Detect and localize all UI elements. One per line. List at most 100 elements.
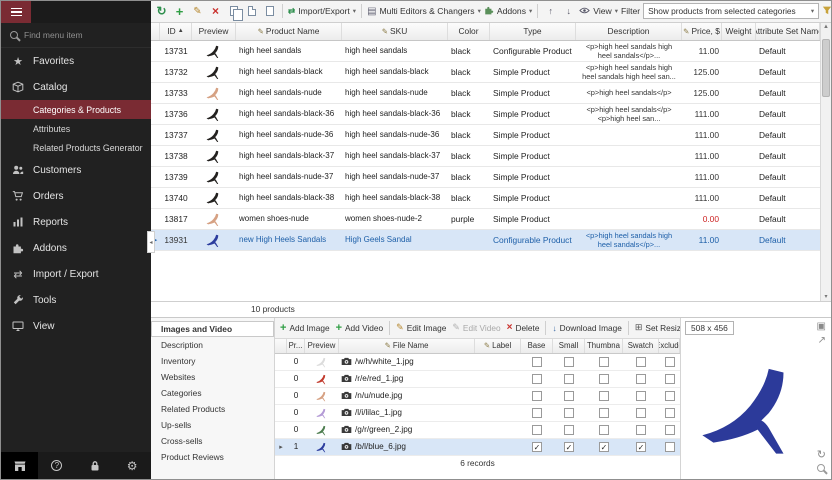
sidebar-item-view[interactable]: View — [1, 313, 151, 339]
column-header-price[interactable]: ✎Price, $ — [682, 23, 722, 40]
thumbnail-checkbox[interactable] — [599, 357, 609, 367]
cell-exclude[interactable] — [659, 408, 680, 418]
tab-cross-sells[interactable]: Cross-sells — [151, 433, 274, 449]
sidebar-item-orders[interactable]: Orders — [1, 183, 151, 209]
column-header-thumbnail[interactable]: Thumbna — [585, 339, 623, 353]
set-resize-rule-button[interactable]: ⊞Set Resize Rule▾ — [633, 322, 680, 333]
help-button[interactable]: ? — [38, 452, 76, 479]
sort-ascending-button[interactable]: ↑ — [543, 4, 558, 19]
cell-swatch[interactable]: ✓ — [623, 442, 659, 452]
table-row[interactable]: 13738 high heel sandals-black-37 high he… — [151, 146, 820, 167]
cell-thumbnail[interactable] — [585, 374, 623, 384]
column-header-preview[interactable]: Preview — [192, 23, 236, 40]
exclude-checkbox[interactable] — [665, 374, 675, 384]
exclude-checkbox[interactable] — [665, 425, 675, 435]
cell-thumbnail[interactable] — [585, 357, 623, 367]
table-row[interactable]: 13736 high heel sandals-black-36 high he… — [151, 104, 820, 125]
vertical-scrollbar[interactable]: ▲ ▾ — [820, 23, 831, 301]
import-export-menu-button[interactable]: ⇄ Import/Export ▾ — [288, 6, 356, 17]
column-header-label[interactable]: ✎Label — [475, 339, 521, 353]
menu-search-input[interactable] — [24, 30, 129, 40]
store-button[interactable] — [1, 452, 38, 479]
base-checkbox[interactable] — [532, 408, 542, 418]
cell-small[interactable] — [553, 408, 585, 418]
cell-exclude[interactable] — [659, 425, 680, 435]
cell-small[interactable]: ✓ — [553, 442, 585, 452]
lock-button[interactable] — [76, 452, 114, 479]
cell-thumbnail[interactable]: ✓ — [585, 442, 623, 452]
multi-editors-menu-button[interactable]: ▤ Multi Editors & Changers ▾ — [367, 6, 481, 17]
column-header-file-name[interactable]: ✎File Name — [339, 339, 475, 353]
cell-thumbnail[interactable] — [585, 425, 623, 435]
cell-small[interactable] — [553, 374, 585, 384]
sidebar-item-import-export[interactable]: ⇄ Import / Export — [1, 261, 151, 287]
column-header-weight[interactable]: Weight — [722, 23, 756, 40]
cell-thumbnail[interactable] — [585, 408, 623, 418]
download-image-button[interactable]: ↓Download Image — [550, 323, 623, 333]
small-checkbox[interactable] — [564, 425, 574, 435]
column-header-type[interactable]: Type — [490, 23, 576, 40]
table-row[interactable]: 13737 high heel sandals-nude-36 high hee… — [151, 125, 820, 146]
edit-image-button[interactable]: ✎Edit Image — [394, 322, 448, 333]
column-header-sku[interactable]: ✎SKU — [342, 23, 448, 40]
edit-product-button[interactable]: ✎ — [190, 4, 205, 19]
cell-small[interactable] — [553, 425, 585, 435]
add-product-button[interactable]: + — [172, 4, 187, 19]
duplicate-button[interactable] — [226, 4, 241, 19]
base-checkbox[interactable] — [532, 374, 542, 384]
add-video-button[interactable]: +Add Video — [334, 322, 386, 334]
collapse-sidebar-handle[interactable]: ◂ — [147, 231, 155, 253]
delete-image-button[interactable]: ×Delete — [505, 322, 542, 333]
cell-thumbnail[interactable] — [585, 391, 623, 401]
tab-images-and-video[interactable]: Images and Video — [151, 321, 274, 337]
cell-swatch[interactable] — [623, 374, 659, 384]
table-row[interactable]: 13740 high heel sandals-black-38 high he… — [151, 188, 820, 209]
base-checkbox[interactable] — [532, 425, 542, 435]
table-row[interactable]: 13739 high heel sandals-nude-37 high hee… — [151, 167, 820, 188]
column-header-id[interactable]: ID▲ — [160, 23, 192, 40]
cell-swatch[interactable] — [623, 357, 659, 367]
table-row[interactable]: 13732 high heel sandals-black high heel … — [151, 62, 820, 83]
swatch-checkbox[interactable]: ✓ — [636, 442, 646, 452]
swatch-checkbox[interactable] — [636, 374, 646, 384]
copy-button[interactable] — [244, 4, 259, 19]
cell-base[interactable] — [521, 408, 553, 418]
column-header-exclude[interactable]: Exclude — [659, 339, 680, 353]
image-row[interactable]: 0 /g/r/green_2.jpg — [275, 422, 680, 439]
zoom-icon[interactable] — [817, 464, 825, 475]
swatch-checkbox[interactable] — [636, 391, 646, 401]
image-row[interactable]: 0 /n/u/nude.jpg — [275, 388, 680, 405]
fullscreen-icon[interactable]: ▣ — [817, 322, 826, 332]
cell-base[interactable]: ✓ — [521, 442, 553, 452]
thumbnail-checkbox[interactable]: ✓ — [599, 442, 609, 452]
base-checkbox[interactable] — [532, 357, 542, 367]
add-image-button[interactable]: +Add Image — [278, 322, 332, 334]
cell-exclude[interactable] — [659, 442, 680, 452]
table-row[interactable]: 13731 high heel sandals high heel sandal… — [151, 41, 820, 62]
column-header-pr[interactable]: Pr... — [287, 339, 305, 353]
column-header-description[interactable]: Description — [576, 23, 682, 40]
sidebar-item-reports[interactable]: Reports — [1, 209, 151, 235]
base-checkbox[interactable] — [532, 391, 542, 401]
sidebar-item-attributes[interactable]: Attributes — [1, 119, 151, 138]
cell-base[interactable] — [521, 391, 553, 401]
image-row[interactable]: 0 /w/h/white_1.jpg — [275, 354, 680, 371]
cell-exclude[interactable] — [659, 357, 680, 367]
rotate-icon[interactable]: ↻ — [817, 450, 826, 461]
cell-exclude[interactable] — [659, 391, 680, 401]
small-checkbox[interactable] — [564, 408, 574, 418]
base-checkbox[interactable]: ✓ — [532, 442, 542, 452]
table-row[interactable]: 13733 high heel sandals-nude high heel s… — [151, 83, 820, 104]
cell-base[interactable] — [521, 357, 553, 367]
scrollbar-thumb[interactable] — [822, 39, 830, 97]
table-row[interactable]: 13817 women shoes-nude women shoes-nude-… — [151, 209, 820, 230]
cell-small[interactable] — [553, 391, 585, 401]
small-checkbox[interactable] — [564, 374, 574, 384]
scroll-up-icon[interactable]: ▲ — [823, 24, 829, 30]
column-header-preview[interactable]: Preview — [305, 339, 339, 353]
exclude-checkbox[interactable] — [665, 408, 675, 418]
column-header-small[interactable]: Small — [553, 339, 585, 353]
thumbnail-checkbox[interactable] — [599, 408, 609, 418]
exclude-checkbox[interactable] — [665, 391, 675, 401]
sidebar-item-customers[interactable]: Customers — [1, 157, 151, 183]
